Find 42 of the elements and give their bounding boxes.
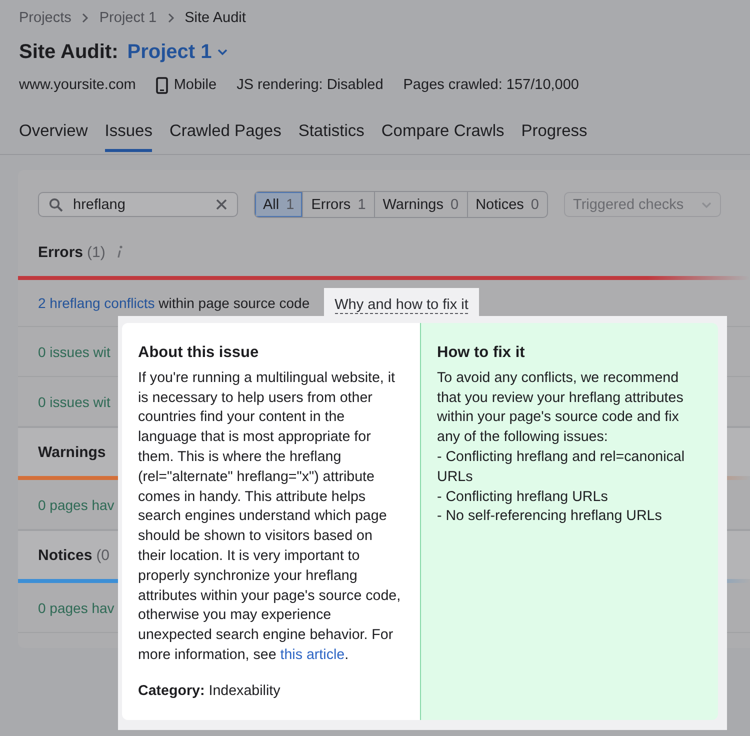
breadcrumb-item: Site Audit [184,10,246,26]
breadcrumb-item[interactable]: Projects [19,10,72,26]
phone-icon [156,76,168,94]
chevron-down-icon [701,200,712,208]
fix-item: - No self-referencing hreflang URLs [437,507,663,526]
section-title: Notices [38,546,92,564]
rendering-status: JS rendering: Disabled [236,77,384,93]
filter-tab[interactable]: Notices 0 [466,192,547,217]
page-title: Site Audit: [19,40,118,64]
pages-crawled: Pages crawled: 157/10,000 [403,77,580,93]
section-title: Warnings [38,444,106,460]
tab[interactable]: Statistics [298,116,364,152]
section-count: (0 [96,546,110,564]
breadcrumb-item[interactable]: Project 1 [99,10,157,26]
search-field[interactable]: hreflang [71,196,208,214]
site-url: www.yoursite.com [19,77,136,93]
article-link[interactable]: this article [280,646,345,663]
section-count: (1) [87,244,106,260]
section-title: Errors [38,244,84,260]
fix-item: - Conflicting hreflang and rel=canonical URLs [437,448,686,487]
chevron-icon [81,13,90,23]
issue-description: If you're running a multilingual website, it is necessary to help users from other countries find your content in the language that is most appropriate for them. This is where the hreflang (rel="alternate" hreflang="x") attribute comes in handy. This attribute helps search engines understand which page should be shown to visitors based on their location. It is very important to properly synchronize your hreflang attributes within your page's source code, otherwise you may experience unexpected search engine behavior. For more information, see this article. [138,368,402,665]
filter-tab[interactable]: Errors 1 [302,192,374,217]
tab[interactable]: Progress [521,116,588,152]
chevron-icon [166,13,175,23]
chevron-down-icon [216,48,228,56]
tab[interactable]: Overview [19,116,88,152]
device-label: Mobile [174,77,217,93]
filter-tab[interactable]: All 1 [255,192,302,217]
close-icon[interactable] [216,199,227,210]
tab[interactable]: Compare Crawls [381,116,504,152]
tab[interactable]: Crawled Pages [169,116,282,152]
fix-item: - Conflicting hreflang URLs [437,488,609,507]
search-box[interactable]: hreflang [38,192,238,217]
fix-description: To avoid any conflicts, we recommend that you review your hreflang attributes within your page's source code and fix any of the following issues: [437,368,684,448]
issue-text: 2 hreflang conflicts within page source code [38,295,310,311]
info-icon[interactable] [115,245,126,259]
panel-title: About this issue [138,343,260,363]
issue-category: Category: Indexability [138,682,282,701]
filter-tab[interactable]: Warnings 0 [374,192,467,217]
search-icon [49,198,63,212]
panel-title: How to fix it [437,343,526,363]
